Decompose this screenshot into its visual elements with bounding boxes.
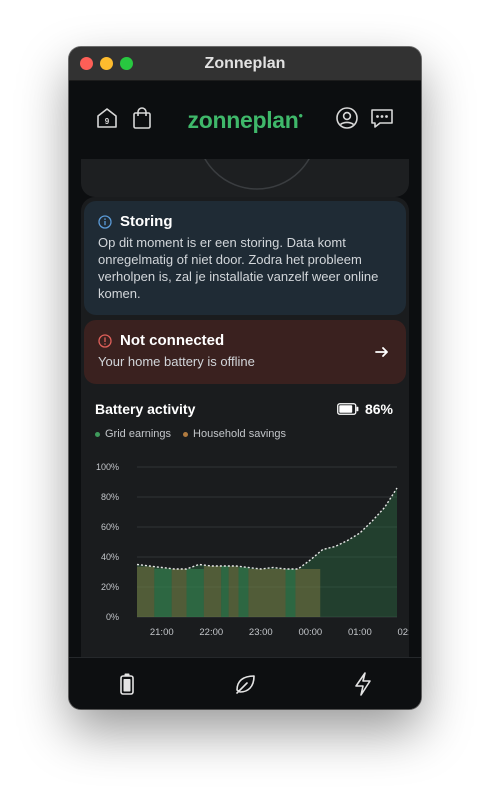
lightning-icon — [355, 672, 371, 696]
battery-level-fill — [339, 405, 353, 413]
not-connected-card[interactable]: Not connected Your home battery is offli… — [84, 320, 406, 384]
app-header: 9 zonneplan• — [69, 81, 421, 161]
legend-dot-orange — [183, 431, 189, 437]
legend-grid-earnings: Grid earnings — [95, 428, 171, 440]
legend-label: Household savings — [193, 428, 286, 440]
y-tick-label: 40% — [101, 552, 119, 562]
info-icon — [98, 214, 112, 229]
y-tick-label: 100% — [96, 462, 119, 472]
battery-icon — [120, 673, 134, 695]
not-connected-title: Not connected — [120, 332, 225, 349]
title-bar: Zonneplan — [69, 47, 421, 81]
battery-percentage: 86% — [337, 401, 393, 417]
storing-message: Op dit moment is er een storing. Data ko… — [98, 235, 379, 301]
not-connected-title-row: Not connected — [98, 332, 392, 349]
x-tick-label: 02:00 — [397, 627, 409, 635]
app-window: Zonneplan 9 zonneplan• Storing Op dit mo… — [69, 47, 421, 709]
x-tick-label: 22:00 — [199, 627, 223, 635]
y-tick-label: 0% — [106, 612, 119, 622]
y-tick-label: 80% — [101, 492, 119, 502]
account-button[interactable] — [334, 105, 360, 131]
app-content: 9 zonneplan• Storing Op dit moment is er… — [69, 81, 421, 709]
x-tick-label: 01:00 — [348, 627, 372, 635]
logo-mark: • — [298, 108, 303, 123]
battery-percent-value: 86% — [364, 401, 393, 417]
legend-household-savings: Household savings — [183, 428, 286, 440]
chat-icon — [371, 109, 393, 128]
chat-button[interactable] — [369, 105, 395, 131]
y-tick-label: 20% — [101, 582, 119, 592]
leaf-icon — [236, 675, 255, 694]
storing-title-row: Storing — [98, 213, 392, 230]
storing-alert-card: Storing Op dit moment is er een storing.… — [84, 201, 406, 315]
battery-level-area — [137, 488, 397, 617]
main-content: Storing Op dit moment is er een storing.… — [81, 197, 409, 682]
legend-label: Grid earnings — [105, 428, 172, 440]
not-connected-subtitle: Your home battery is offline — [98, 354, 255, 369]
window-title: Zonneplan — [204, 55, 286, 72]
logo-text: zonneplan — [187, 107, 299, 133]
battery-activity-chart: 0% 20% 40% 60% 80% 100% 21:00 22:00 23:00 00:00 01… — [96, 462, 409, 635]
x-tick-label: 21:00 — [150, 627, 174, 635]
user-icon — [336, 107, 358, 129]
bottom-navigation — [69, 657, 421, 709]
battery-activity-title: Battery activity — [95, 401, 196, 417]
chart-legend: Grid earnings Household savings — [95, 428, 286, 440]
x-tick-label: 00:00 — [298, 627, 322, 635]
legend-dot-green — [95, 431, 100, 437]
nav-energy[interactable] — [349, 670, 377, 698]
warning-icon — [98, 333, 112, 348]
battery-level-icon — [337, 403, 359, 415]
x-tick-label: 23:00 — [249, 627, 273, 635]
storing-title: Storing — [120, 213, 173, 230]
gauge-arc-decoration — [204, 159, 310, 190]
arrow-right-icon — [375, 347, 388, 357]
nav-battery[interactable] — [113, 670, 141, 698]
nav-sustainability[interactable] — [231, 670, 259, 698]
y-tick-label: 60% — [101, 522, 119, 532]
scrolled-summary-card — [81, 159, 409, 197]
